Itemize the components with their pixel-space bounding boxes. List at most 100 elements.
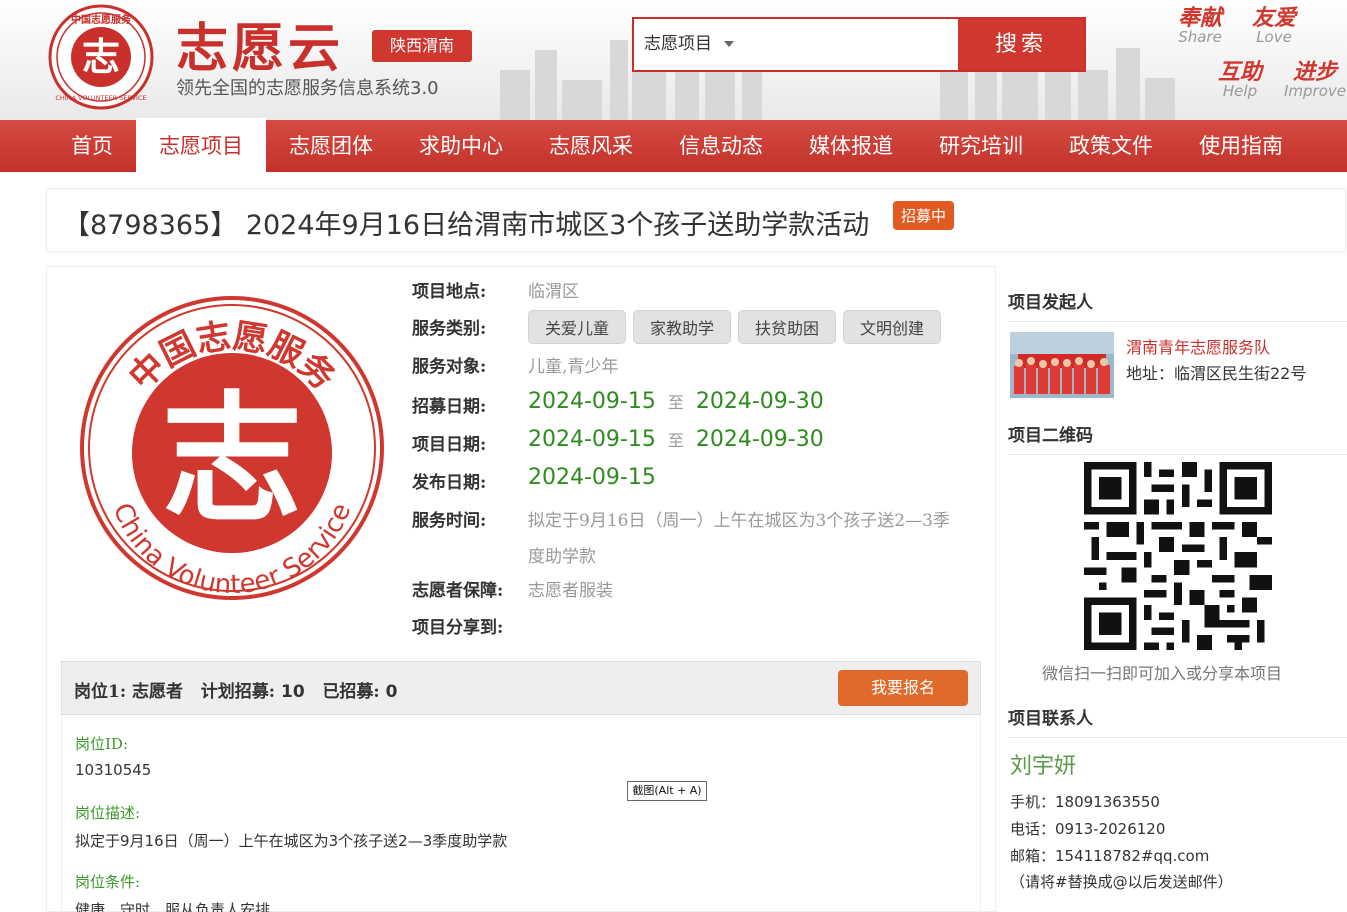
contact-phone: 电话：0913-2026120	[1010, 820, 1166, 838]
team-address: 地址：临渭区民生街22号	[1126, 364, 1307, 383]
contact-email: 邮箱：154118782#qq.com	[1010, 847, 1210, 865]
nav-item-research[interactable]: 研究培训	[916, 120, 1046, 172]
service-time-line: 拟定于9月16日（周一）上午在城区为3个孩子送2—3季	[528, 511, 950, 531]
svg-text:CHINA VOLUNTEER SERVICE: CHINA VOLUNTEER SERVICE	[55, 94, 146, 102]
info-row-target: 服务对象: 儿童,青少年	[412, 352, 982, 389]
project-start-date: 2024-09-15	[528, 427, 656, 452]
info-row-share: 项目分享到:	[412, 613, 982, 650]
search-bar: 志愿项目 搜索	[632, 17, 1086, 72]
info-label: 服务类别:	[412, 319, 487, 339]
site-header: 志 中国志愿服务 CHINA VOLUNTEER SERVICE 志愿云 领先全…	[0, 0, 1347, 120]
team-photo[interactable]	[1010, 332, 1114, 398]
recruit-date-range: 2024-09-15 至 2024-09-30	[528, 389, 824, 414]
project-title-bar: 【8798365】 2024年9月16日给渭南市城区3个孩子送助学款活动 招募中	[46, 188, 1346, 252]
position-header: 岗位1: 志愿者 计划招募: 10 已招募: 0 我要报名	[61, 661, 981, 715]
contact-mobile: 手机：18091363550	[1010, 793, 1160, 811]
nav-item-help-center[interactable]: 求助中心	[396, 120, 526, 172]
info-row-recruit-date: 招募日期: 2024-09-15 至 2024-09-30	[412, 389, 982, 427]
slogan-improve: 进步 Improve	[1284, 54, 1346, 100]
nav-item-policy[interactable]: 政策文件	[1046, 120, 1176, 172]
info-label: 招募日期:	[412, 397, 487, 417]
project-info-table: 项目地点: 临渭区 服务类别: 关爱儿童 家教助学 扶贫助困 文明创建 服务对象: 儿…	[412, 277, 982, 650]
info-row-publish-date: 发布日期: 2024-09-15	[412, 465, 982, 503]
slogan-en: Help	[1222, 82, 1258, 100]
nav-item-news[interactable]: 信息动态	[656, 120, 786, 172]
nav-item-groups[interactable]: 志愿团体	[266, 120, 396, 172]
position-label: 岗位1:	[74, 682, 127, 702]
nav-item-showcase[interactable]: 志愿风采	[526, 120, 656, 172]
slogan-love: 友爱 Love	[1252, 0, 1296, 46]
team-name-link[interactable]: 渭南青年志愿服务队	[1126, 334, 1270, 358]
position-cond-label: 岗位条件:	[75, 873, 141, 891]
category-tag[interactable]: 家教助学	[633, 310, 732, 344]
position-desc-label: 岗位描述:	[75, 804, 141, 822]
service-time-line: 度助学款	[528, 547, 596, 567]
recruit-start-date: 2024-09-15	[528, 389, 656, 414]
email-note: （请将#替换成@以后发送邮件）	[1010, 873, 1233, 891]
info-row-location: 项目地点: 临渭区	[412, 277, 982, 314]
nav-item-guide[interactable]: 使用指南	[1176, 120, 1306, 172]
project-end-date: 2024-09-30	[695, 427, 824, 452]
status-badge: 招募中	[893, 201, 955, 230]
position-desc-value: 拟定于9月16日（周一）上午在城区为3个孩子送2—3季度助学款	[75, 832, 508, 850]
info-row-guarantee: 志愿者保障: 志愿者服装	[412, 576, 982, 613]
screenshot-tooltip: 截图(Alt + A)	[627, 781, 707, 801]
nav-item-media[interactable]: 媒体报道	[786, 120, 916, 172]
project-title: 【8798365】 2024年9月16日给渭南市城区3个孩子送助学款活动	[63, 210, 870, 241]
info-row-service-time: 服务时间: 拟定于9月16日（周一）上午在城区为3个孩子送2—3季 度助学款	[412, 503, 982, 576]
nav-item-projects[interactable]: 志愿项目	[136, 118, 266, 172]
brand-subtitle: 领先全国的志愿服务信息系统3.0	[176, 78, 439, 99]
qr-caption: 微信扫一扫即可加入或分享本项目	[1042, 664, 1283, 683]
slogan-help: 互助 Help	[1218, 54, 1262, 100]
slogan-en: Love	[1256, 28, 1292, 46]
logo-char: 志	[162, 378, 302, 542]
nav-item-home[interactable]: 首页	[48, 120, 136, 172]
chevron-down-icon	[724, 41, 734, 47]
category-tag[interactable]: 文明创建	[843, 310, 942, 344]
search-input[interactable]	[764, 19, 959, 70]
category-tags: 关爱儿童 家教助学 扶贫助困 文明创建	[528, 310, 948, 344]
date-separator: 至	[667, 431, 684, 450]
initiator-heading: 项目发起人	[1008, 288, 1347, 322]
qr-heading: 项目二维码	[1008, 421, 1347, 455]
publish-date: 2024-09-15	[528, 465, 656, 490]
info-label: 项目日期:	[412, 435, 487, 455]
info-label: 志愿者保障:	[412, 581, 504, 601]
svg-text:志: 志	[82, 34, 120, 79]
position-id-label: 岗位ID:	[75, 735, 129, 753]
project-detail-panel: 中国志愿服务 志 China Volunteer Service 项目地点: 临…	[46, 266, 996, 912]
qr-code-icon	[1084, 462, 1272, 650]
region-selector-button[interactable]: 陕西渭南	[372, 30, 472, 62]
plan-label: 计划招募:	[200, 682, 276, 702]
position-summary: 岗位1: 志愿者 计划招募: 10 已招募: 0	[74, 677, 397, 702]
slogan-en: Share	[1178, 28, 1222, 46]
info-row-project-date: 项目日期: 2024-09-15 至 2024-09-30	[412, 427, 982, 465]
search-category-label: 志愿项目	[644, 34, 712, 54]
contact-name: 刘宇妍	[1010, 754, 1077, 779]
slogan-share: 奉献 Share	[1178, 0, 1222, 46]
guarantee-value: 志愿者服装	[528, 581, 613, 601]
signup-button[interactable]: 我要报名	[838, 670, 968, 706]
category-tag[interactable]: 关爱儿童	[528, 310, 627, 344]
position-id-value: 10310545	[75, 761, 152, 779]
position-detail: 岗位ID: 10310545 岗位描述: 拟定于9月16日（周一）上午在城区为3…	[61, 715, 981, 912]
date-separator: 至	[667, 393, 684, 412]
location-value: 临渭区	[528, 282, 579, 302]
position-role: 志愿者	[132, 682, 184, 702]
recruited-count: 0	[385, 682, 398, 702]
search-button[interactable]: 搜索	[958, 19, 1084, 70]
recruited-label: 已招募:	[322, 682, 380, 702]
plan-count: 10	[281, 682, 305, 702]
info-label: 项目地点:	[412, 282, 487, 302]
info-label: 服务时间:	[412, 511, 487, 531]
china-volunteer-service-logo-icon: 中国志愿服务 志 China Volunteer Service	[80, 296, 384, 600]
service-time-value: 拟定于9月16日（周一）上午在城区为3个孩子送2—3季 度助学款	[528, 503, 950, 575]
info-label: 发布日期:	[412, 473, 487, 493]
info-label: 项目分享到:	[412, 618, 504, 638]
volunteer-logo-icon[interactable]: 志 中国志愿服务 CHINA VOLUNTEER SERVICE	[48, 4, 154, 110]
position-cond-value: 健康、守时、服从负责人安排	[75, 901, 271, 912]
search-category-select[interactable]: 志愿项目	[644, 19, 734, 70]
project-date-range: 2024-09-15 至 2024-09-30	[528, 427, 824, 452]
category-tag[interactable]: 扶贫助困	[738, 310, 837, 344]
recruit-end-date: 2024-09-30	[695, 389, 824, 414]
